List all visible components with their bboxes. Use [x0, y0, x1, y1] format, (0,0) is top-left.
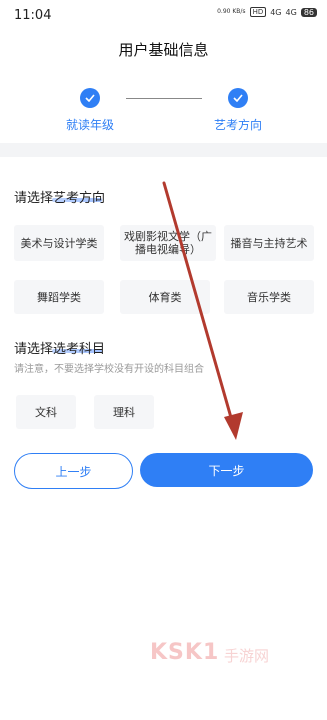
watermark-sub: 手游网: [224, 647, 270, 665]
watermark-logo: KSK1: [150, 640, 220, 665]
annotation-arrow-icon: [162, 181, 243, 440]
